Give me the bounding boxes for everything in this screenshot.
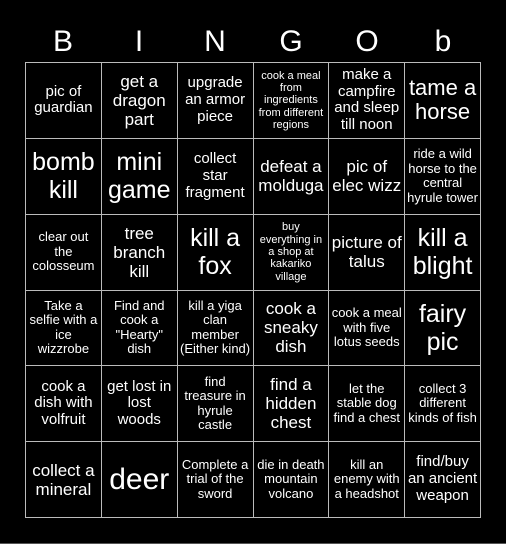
bingo-cell[interactable]: get lost in lost woods [101, 366, 178, 443]
bingo-cell[interactable]: cook a sneaky dish [253, 290, 330, 367]
bingo-cell[interactable]: cook a meal with five lotus seeds [329, 290, 406, 367]
bingo-cell[interactable]: find/buy an ancient weapon [405, 442, 481, 518]
bingo-cell[interactable]: collect a mineral [26, 442, 102, 518]
bingo-cell[interactable]: kill a fox [177, 214, 254, 291]
header-letter: O [355, 25, 379, 58]
bingo-cell[interactable]: clear out the colosseum [26, 214, 102, 291]
header-letter: G [279, 25, 303, 58]
bingo-cell[interactable]: upgrade an armor piece [177, 63, 254, 139]
bingo-cell[interactable]: find treasure in hyrule castle [177, 366, 254, 443]
bingo-cell[interactable]: collect star fragment [177, 138, 254, 215]
bingo-cell[interactable]: fairy pic [405, 290, 481, 367]
bingo-cell[interactable]: Take a selfie with a ice wizzrobe [26, 290, 102, 367]
bingo-cell[interactable]: mini game [101, 138, 178, 215]
bingo-cell[interactable]: cook a dish with volfruit [26, 366, 102, 443]
bingo-cell[interactable]: collect 3 different kinds of fish [405, 366, 481, 443]
bingo-cell[interactable]: get a dragon part [101, 63, 178, 139]
bingo-cell[interactable]: defeat a molduga [253, 138, 330, 215]
bingo-cell[interactable]: kill an enemy with a headshot [329, 442, 406, 518]
header-letter: b [434, 25, 452, 58]
bingo-cell[interactable]: cook a meal from ingredients from differ… [253, 63, 330, 139]
bingo-cell[interactable]: buy everything in a shop at kakariko vil… [253, 214, 330, 291]
bingo-cell[interactable]: pic of elec wizz [329, 138, 406, 215]
header-letter: N [204, 25, 226, 58]
bingo-cell[interactable]: kill a blight [405, 214, 481, 291]
bingo-header: B I N G O b [25, 22, 481, 62]
bingo-cell[interactable]: bomb kill [26, 138, 102, 215]
bingo-cell[interactable]: tree branch kill [101, 214, 178, 291]
bingo-cell[interactable]: ride a wild horse to the central hyrule … [405, 138, 481, 215]
bingo-cell[interactable]: kill a yiga clan member (Either kind) [177, 290, 254, 367]
header-letter: I [134, 25, 144, 58]
bingo-cell[interactable]: pic of guardian [26, 63, 102, 139]
bingo-cell[interactable]: let the stable dog find a chest [329, 366, 406, 443]
header-letter: B [52, 25, 73, 58]
bingo-cell[interactable]: find a hidden chest [253, 366, 330, 443]
bingo-cell[interactable]: picture of talus [329, 214, 406, 291]
bingo-cell[interactable]: Complete a trial of the sword [177, 442, 254, 518]
bingo-cell[interactable]: Find and cook a "Hearty" dish [101, 290, 178, 367]
bingo-cell[interactable]: tame a horse [405, 63, 481, 139]
bingo-cell[interactable]: die in death mountain volcano [253, 442, 330, 518]
bingo-cell[interactable]: make a campfire and sleep till noon [329, 63, 406, 139]
bingo-grid: pic of guardian get a dragon part upgrad… [25, 62, 481, 518]
bingo-cell[interactable]: deer [101, 442, 178, 518]
